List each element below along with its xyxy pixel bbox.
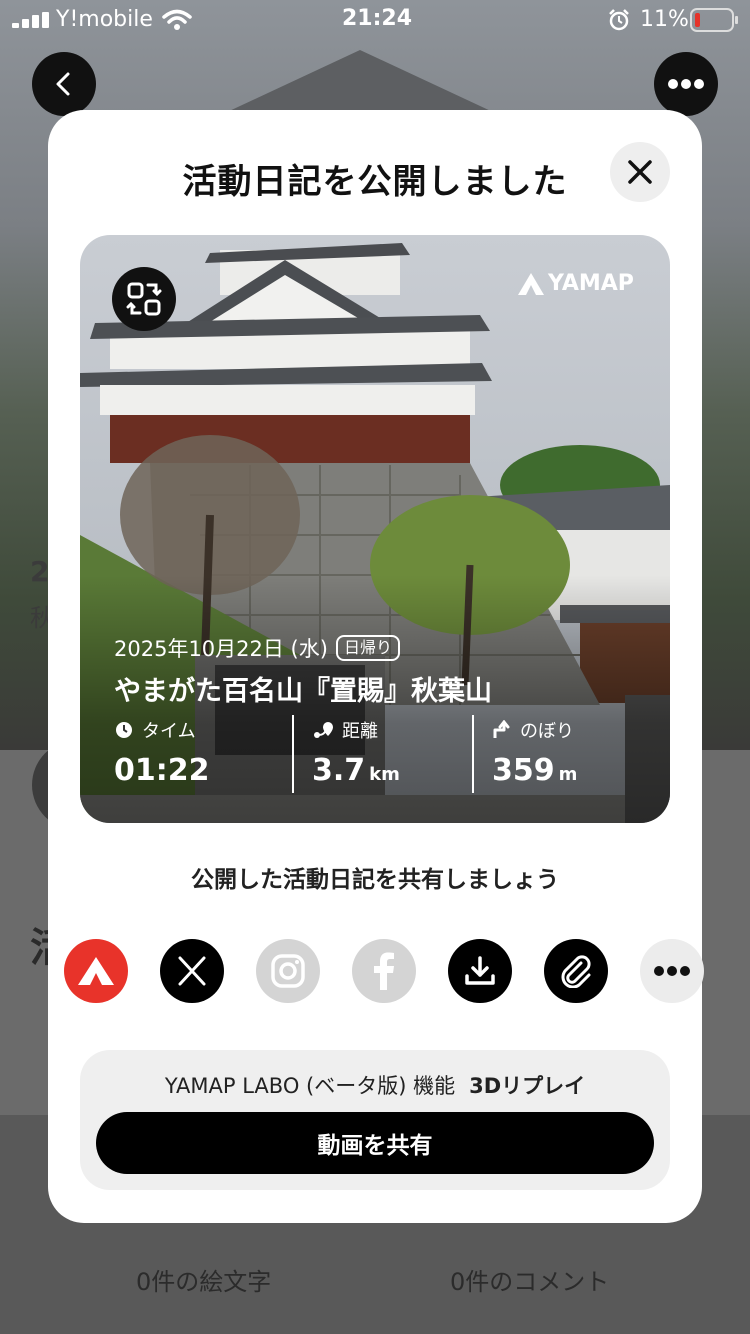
battery-low-icon bbox=[690, 8, 738, 32]
published-modal: 活動日記を公開しました YAMAP 2025年10月22日 (水) 日帰り やま… bbox=[48, 110, 704, 1223]
activity-share-card[interactable]: YAMAP 2025年10月22日 (水) 日帰り やまがた百名山『置賜』秋葉山… bbox=[80, 235, 670, 823]
swap-icon bbox=[126, 282, 162, 316]
facebook-icon bbox=[374, 952, 394, 990]
stat-time: タイム 01:22 bbox=[114, 717, 210, 788]
more-dots-icon bbox=[654, 966, 690, 976]
stat-divider bbox=[292, 715, 294, 793]
trip-type-badge: 日帰り bbox=[335, 635, 400, 661]
ascent-icon bbox=[493, 720, 510, 738]
date-text: 2025年10月22日 (水) bbox=[114, 637, 328, 661]
battery-percent: 11% bbox=[640, 7, 689, 32]
stat-ascent-value: 359 bbox=[492, 753, 555, 788]
stat-divider bbox=[472, 715, 474, 793]
close-icon bbox=[628, 160, 652, 184]
brand-text: YAMAP bbox=[548, 271, 634, 296]
wifi-icon bbox=[162, 9, 192, 30]
activity-date: 2025年10月22日 (水) 日帰り bbox=[114, 633, 400, 663]
stat-ascent-unit: m bbox=[558, 764, 578, 785]
share-instagram-button[interactable] bbox=[256, 939, 320, 1003]
download-button[interactable] bbox=[448, 939, 512, 1003]
share-facebook-button[interactable] bbox=[352, 939, 416, 1003]
stat-ascent-label: のぼり bbox=[520, 721, 574, 742]
stat-time-label: タイム bbox=[142, 721, 196, 742]
swap-photo-button[interactable] bbox=[112, 267, 176, 331]
labo-feature-name: 3Dリプレイ bbox=[469, 1074, 586, 1098]
stat-distance-unit: km bbox=[369, 764, 400, 785]
more-options-button[interactable] bbox=[654, 52, 718, 116]
x-icon bbox=[178, 956, 206, 986]
instagram-icon bbox=[271, 954, 305, 988]
labo-feature-panel: YAMAP LABO (ベータ版) 機能 3Dリプレイ 動画を共有 bbox=[80, 1050, 670, 1190]
chevron-left-icon bbox=[56, 72, 70, 96]
background-partial-stat: 2 bbox=[30, 555, 50, 588]
labo-label-text: YAMAP LABO (ベータ版) 機能 bbox=[164, 1074, 456, 1098]
stat-ascent: のぼり 359 m bbox=[492, 717, 577, 788]
link-icon bbox=[561, 955, 591, 988]
route-icon bbox=[314, 722, 333, 738]
download-icon bbox=[465, 956, 495, 985]
stat-time-value: 01:22 bbox=[114, 753, 210, 788]
signal-icon bbox=[12, 12, 49, 28]
more-dots-icon bbox=[668, 79, 704, 89]
yamap-icon bbox=[78, 957, 114, 985]
yamap-logo: YAMAP bbox=[518, 271, 634, 296]
stat-distance-value: 3.7 bbox=[312, 753, 366, 788]
share-x-button[interactable] bbox=[160, 939, 224, 1003]
close-button[interactable] bbox=[610, 142, 670, 202]
copy-link-button[interactable] bbox=[544, 939, 608, 1003]
stat-distance-label: 距離 bbox=[342, 721, 378, 742]
clock-time: 21:24 bbox=[342, 6, 413, 31]
share-prompt: 公開した活動日記を共有しましょう bbox=[191, 867, 559, 893]
modal-title: 活動日記を公開しました bbox=[182, 162, 568, 202]
stat-distance: 距離 3.7 km bbox=[312, 717, 400, 788]
clock-icon bbox=[116, 722, 132, 738]
share-buttons-row bbox=[64, 939, 704, 1003]
yamap-logo-icon bbox=[518, 272, 544, 295]
emoji-count[interactable]: 0件の絵文字 bbox=[136, 1262, 271, 1297]
alarm-icon bbox=[609, 9, 629, 31]
comment-count[interactable]: 0件のコメント bbox=[450, 1262, 609, 1297]
back-button[interactable] bbox=[32, 52, 96, 116]
share-video-button[interactable]: 動画を共有 bbox=[96, 1112, 654, 1174]
carrier-label: Y!mobile bbox=[56, 7, 153, 32]
status-bar: Y!mobile 21:24 11% bbox=[0, 0, 750, 40]
share-more-button[interactable] bbox=[640, 939, 704, 1003]
labo-label: YAMAP LABO (ベータ版) 機能 3Dリプレイ bbox=[80, 1070, 670, 1100]
share-yamap-button[interactable] bbox=[64, 939, 128, 1003]
mountain-name: やまがた百名山『置賜』秋葉山 bbox=[114, 676, 492, 707]
